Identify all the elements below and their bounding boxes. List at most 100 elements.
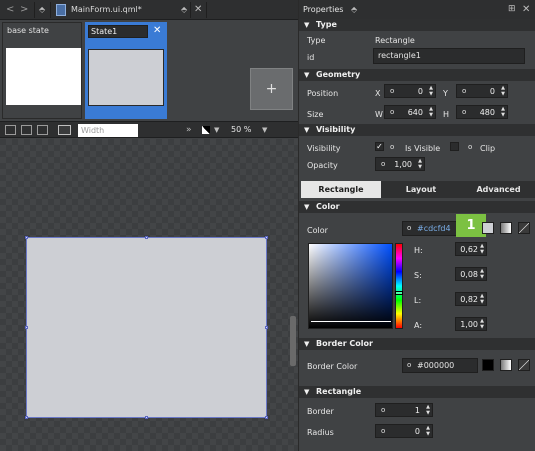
properties-header: Properties ⬘ ⊞ ✕ <box>299 0 535 20</box>
resize-handle[interactable] <box>25 416 28 419</box>
section-border-color-header[interactable]: ▼ Border Color <box>299 338 535 350</box>
resize-handle[interactable] <box>145 416 148 419</box>
binding-indicator-icon[interactable]: o <box>462 87 466 95</box>
snap-margins-icon[interactable] <box>5 125 16 135</box>
resize-handle[interactable] <box>265 416 268 419</box>
binding-indicator-icon[interactable]: o <box>390 143 394 151</box>
y-label: Y <box>443 89 448 98</box>
current-color-swatch[interactable] <box>482 222 494 234</box>
resize-handle[interactable] <box>25 326 28 329</box>
back-button[interactable]: < <box>6 4 14 15</box>
spin-arrows-icon[interactable]: ▲ ▼ <box>480 318 484 330</box>
binding-indicator-icon[interactable]: o <box>462 108 466 116</box>
section-type-title: Type <box>316 20 337 29</box>
spin-arrows-icon[interactable]: ▲ ▼ <box>480 243 484 255</box>
resize-handle[interactable] <box>25 236 28 239</box>
h-value: 480 <box>479 108 495 117</box>
x-spinbox[interactable]: o 0 ▲ ▼ <box>384 84 436 98</box>
section-rectangle-header[interactable]: ▼ Rectangle <box>299 386 535 398</box>
hue-slider-handle[interactable] <box>395 291 403 295</box>
binding-indicator-icon[interactable]: o <box>468 143 472 151</box>
add-state-button[interactable]: + <box>250 68 293 110</box>
gradient-fill-icon[interactable] <box>500 359 512 371</box>
section-color-header[interactable]: ▼ Color <box>299 201 535 213</box>
collapse-icon: ▼ <box>304 388 310 396</box>
close-properties-button[interactable]: ✕ <box>522 4 530 15</box>
zoom-level-dropdown-icon[interactable]: ▼ <box>262 126 267 134</box>
a-channel-spinbox[interactable]: 1,00 ▲ ▼ <box>455 317 487 331</box>
zoom-level[interactable]: 50 % <box>231 125 251 134</box>
saturation-lightness-picker[interactable] <box>308 243 393 329</box>
section-type-header[interactable]: ▼ Type <box>299 19 535 31</box>
is-visible-checkbox[interactable]: ✓ <box>375 142 384 151</box>
state-base-thumbnail[interactable] <box>6 48 81 105</box>
gradient-fill-icon[interactable] <box>500 222 512 234</box>
spin-arrows-icon[interactable]: ▲ ▼ <box>480 268 484 280</box>
zoom-dropdown-icon[interactable]: ▼ <box>214 126 219 134</box>
opacity-spinbox[interactable]: o 1,00 ▲ ▼ <box>375 157 425 171</box>
section-geometry-header[interactable]: ▼ Geometry <box>299 69 535 81</box>
spin-arrows-icon[interactable]: ▲ ▼ <box>429 106 433 118</box>
transparent-fill-icon[interactable] <box>518 222 530 234</box>
canvas-scrollbar[interactable] <box>290 316 296 366</box>
history-dropdown-icon[interactable]: ⬘ <box>39 5 45 14</box>
h-channel-spinbox[interactable]: 0,62 ▲ ▼ <box>455 242 487 256</box>
remove-state-button[interactable]: ✕ <box>153 25 161 36</box>
width-field[interactable]: Width <box>78 124 138 137</box>
visibility-label: Visibility <box>307 144 341 153</box>
reset-view-icon[interactable] <box>58 125 71 135</box>
spin-arrows-icon[interactable]: ▲ ▼ <box>418 158 422 170</box>
spin-arrows-icon[interactable]: ▲ ▼ <box>426 425 430 437</box>
id-field[interactable]: rectangle1 <box>373 48 525 64</box>
binding-indicator-icon[interactable]: o <box>390 108 394 116</box>
snap-anchors-icon[interactable] <box>21 125 32 135</box>
s-channel-spinbox[interactable]: 0,08 ▲ ▼ <box>455 267 487 281</box>
state-state1-label: State1 <box>91 27 118 36</box>
section-visibility-header[interactable]: ▼ Visibility <box>299 124 535 136</box>
transparent-fill-icon[interactable] <box>518 359 530 371</box>
collapse-icon: ▼ <box>304 21 310 29</box>
spin-arrows-icon[interactable]: ▲ ▼ <box>426 404 430 416</box>
border-width-spinbox[interactable]: o 1 ▲ ▼ <box>375 403 433 417</box>
binding-indicator-icon[interactable]: o <box>381 406 385 414</box>
binding-indicator-icon[interactable]: o <box>407 222 411 235</box>
width-spinbox[interactable]: o 640 ▲ ▼ <box>384 105 436 119</box>
height-spinbox[interactable]: o 480 ▲ ▼ <box>456 105 508 119</box>
clip-checkbox[interactable] <box>450 142 459 151</box>
type-value: Rectangle <box>375 36 415 45</box>
state-state1[interactable]: State1 ✕ <box>85 22 167 119</box>
border-color-swatch[interactable] <box>482 359 494 371</box>
overflow-menu-icon[interactable]: » <box>186 125 192 135</box>
spin-arrows-icon[interactable]: ▲ ▼ <box>480 293 484 305</box>
radius-spinbox[interactable]: o 0 ▲ ▼ <box>375 424 433 438</box>
binding-indicator-icon[interactable]: o <box>381 427 385 435</box>
tab-layout[interactable]: Layout <box>381 181 461 198</box>
forward-button[interactable]: > <box>20 4 28 15</box>
tab-advanced[interactable]: Advanced <box>461 181 535 198</box>
binding-indicator-icon[interactable]: o <box>390 87 394 95</box>
border-color-field[interactable]: o #000000 <box>402 358 478 373</box>
state-base[interactable]: base state <box>2 22 82 119</box>
resize-handle[interactable] <box>265 236 268 239</box>
close-file-button[interactable]: ✕ <box>194 4 202 15</box>
state-state1-thumbnail[interactable] <box>88 49 164 106</box>
binding-indicator-icon[interactable]: o <box>381 160 385 168</box>
tab-rectangle[interactable]: Rectangle <box>301 181 381 198</box>
spin-arrows-icon[interactable]: ▲ ▼ <box>429 85 433 97</box>
properties-dropdown-icon[interactable]: ⬘ <box>351 5 357 14</box>
resize-handle[interactable] <box>145 236 148 239</box>
y-spinbox[interactable]: o 0 ▲ ▼ <box>456 84 508 98</box>
state-name-field[interactable]: State1 <box>88 25 148 38</box>
s-channel-label: S: <box>414 271 422 280</box>
hue-slider[interactable] <box>395 243 403 329</box>
binding-indicator-icon[interactable]: o <box>407 359 411 372</box>
checkerboard-toggle-icon[interactable] <box>202 126 210 134</box>
rectangle-item[interactable] <box>25 236 268 419</box>
spin-arrows-icon[interactable]: ▲ ▼ <box>501 106 505 118</box>
l-channel-spinbox[interactable]: 0,82 ▲ ▼ <box>455 292 487 306</box>
spin-arrows-icon[interactable]: ▲ ▼ <box>501 85 505 97</box>
resize-handle[interactable] <box>265 326 268 329</box>
file-dropdown-icon[interactable]: ⬘ <box>181 5 187 14</box>
split-view-icon[interactable]: ⊞ <box>508 4 516 14</box>
show-bounding-rect-icon[interactable] <box>37 125 48 135</box>
